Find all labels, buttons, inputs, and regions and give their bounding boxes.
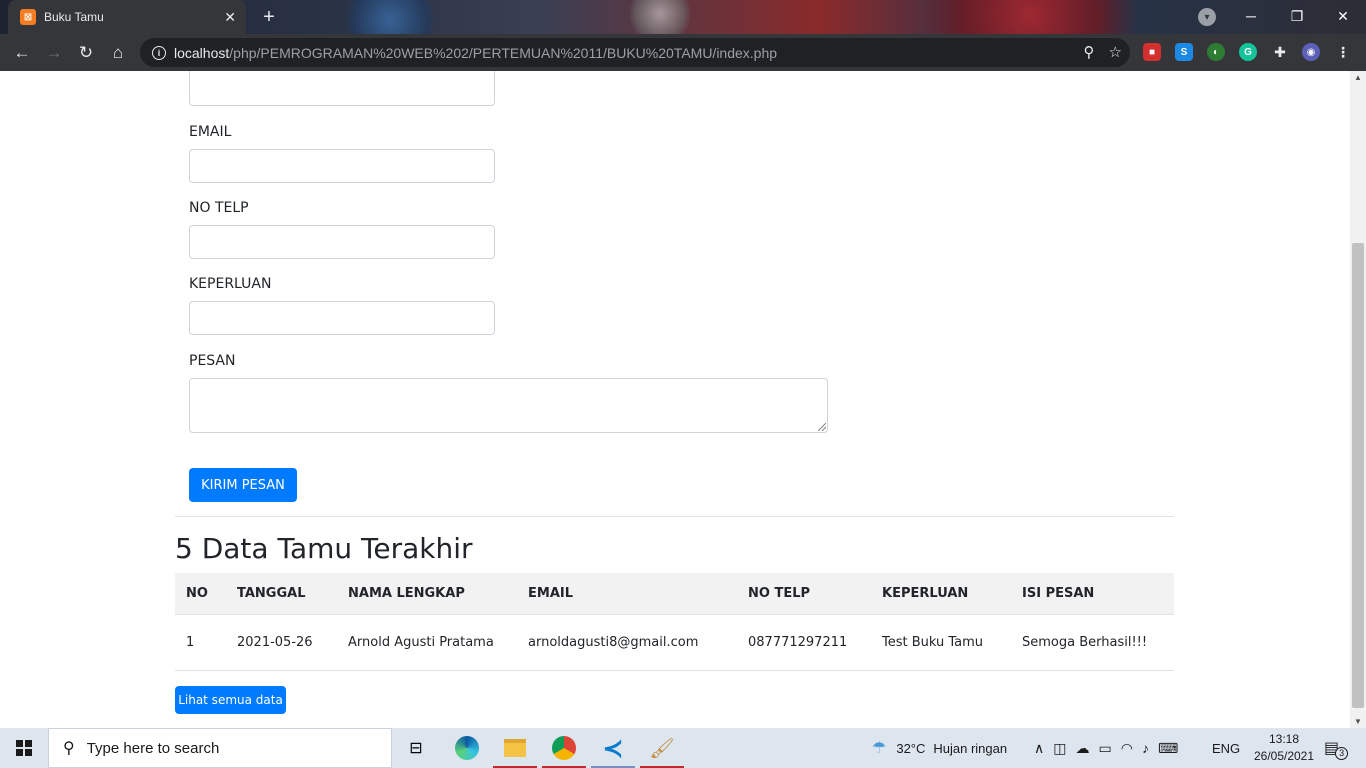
email-field[interactable]	[189, 149, 495, 183]
scroll-up-icon[interactable]: ▲	[1354, 73, 1362, 82]
column-header: KEPERLUAN	[882, 586, 969, 601]
table-header: NO TANGGAL NAMA LENGKAP EMAIL NO TELP KE…	[175, 573, 1174, 615]
wifi-icon[interactable]: ◠	[1121, 740, 1133, 757]
browser-toolbar: ← → ↻ ⌂ i localhost/php/PEMROGRAMAN%20WE…	[0, 34, 1366, 71]
chrome-icon[interactable]	[540, 728, 588, 768]
back-arrow-icon[interactable]: ←	[6, 37, 38, 69]
reload-icon[interactable]: ↻	[70, 37, 102, 69]
table-cell: Test Buku Tamu	[882, 635, 984, 650]
table-row: 1 2021-05-26 Arnold Agusti Pratama arnol…	[175, 615, 1174, 671]
chevron-up-icon[interactable]: ∧	[1034, 740, 1044, 757]
page-scrollbar[interactable]: ▲ ▼	[1350, 71, 1366, 728]
url-host: localhost	[174, 44, 230, 61]
xampp-favicon-icon: ⊠	[20, 9, 36, 25]
column-header: ISI PESAN	[1022, 586, 1095, 601]
name-field[interactable]	[189, 71, 495, 106]
browser-tab-strip: ⊠ Buku Tamu ✕ + ▾ ─ ❐ ✕	[0, 0, 1366, 50]
resize-grip-icon[interactable]	[818, 423, 826, 431]
column-header: NO TELP	[748, 586, 811, 601]
meet-now-icon[interactable]: ◫	[1053, 740, 1066, 757]
clock-time: 13:18	[1268, 732, 1300, 746]
weather-widget[interactable]: ☂ 32°C Hujan ringan	[872, 728, 1007, 768]
column-header: EMAIL	[528, 586, 573, 601]
purpose-label: KEPERLUAN	[189, 276, 272, 292]
view-all-button[interactable]: Lihat semua data	[175, 686, 286, 714]
new-tab-button[interactable]: +	[256, 5, 282, 29]
scroll-down-icon[interactable]: ▼	[1354, 717, 1362, 726]
task-view-icon[interactable]: ⊟	[392, 728, 440, 768]
table-cell: Semoga Berhasil!!!	[1022, 635, 1148, 650]
url-path: /php/PEMROGRAMAN%20WEB%202/PERTEMUAN%201…	[229, 44, 778, 61]
notification-badge: 3	[1335, 746, 1349, 760]
windows-logo-icon	[16, 740, 32, 756]
purpose-field[interactable]	[189, 301, 495, 335]
message-textarea[interactable]	[189, 378, 828, 433]
scroll-thumb[interactable]	[1352, 243, 1364, 708]
clock-date: 26/05/2021	[1253, 749, 1315, 763]
volume-icon[interactable]: ♪	[1142, 740, 1149, 756]
weather-rain-icon: ☂	[872, 740, 887, 757]
tab-search-icon[interactable]: ▾	[1198, 8, 1216, 26]
table-cell: 1	[186, 635, 195, 650]
home-icon[interactable]: ⌂	[102, 37, 134, 69]
theme-decoration	[620, 0, 700, 34]
site-info-icon[interactable]: i	[152, 45, 166, 60]
paint-icon[interactable]: 🖌	[638, 728, 686, 768]
battery-icon[interactable]: ▭	[1098, 740, 1111, 757]
zoom-icon[interactable]: ⚲	[1084, 43, 1095, 61]
grammarly-icon[interactable]: G	[1239, 43, 1257, 61]
search-icon: ⚲	[63, 740, 75, 757]
guest-table: NO TANGGAL NAMA LENGKAP EMAIL NO TELP KE…	[175, 573, 1174, 671]
bookmark-star-icon[interactable]: ☆	[1109, 43, 1122, 61]
recent-heading: 5 Data Tamu Terakhir	[175, 532, 473, 565]
column-header: NAMA LENGKAP	[348, 586, 465, 601]
extension-eye-icon[interactable]: ◐	[1207, 43, 1225, 61]
extensions-puzzle-icon[interactable]: ✚	[1271, 43, 1289, 61]
extension-s-icon[interactable]: S	[1175, 43, 1193, 61]
clock[interactable]: 13:18 26/05/2021	[1253, 728, 1315, 768]
address-bar[interactable]: i localhost/php/PEMROGRAMAN%20WEB%202/PE…	[140, 38, 1130, 67]
theme-decoration	[330, 0, 450, 34]
minimize-button[interactable]: ─	[1228, 0, 1274, 32]
page-viewport: EMAIL NO TELP KEPERLUAN PESAN KIRIM PESA…	[0, 71, 1350, 728]
start-button[interactable]	[0, 728, 48, 768]
submit-button[interactable]: KIRIM PESAN	[189, 468, 297, 502]
edge-icon[interactable]	[443, 728, 491, 768]
phone-field[interactable]	[189, 225, 495, 259]
table-cell: Arnold Agusti Pratama	[348, 635, 494, 650]
column-header: NO	[186, 586, 208, 601]
divider	[175, 516, 1174, 517]
email-label: EMAIL	[189, 124, 232, 140]
onedrive-cloud-icon[interactable]: ☁	[1075, 740, 1089, 757]
table-cell: 2021-05-26	[237, 635, 313, 650]
phone-label: NO TELP	[189, 200, 249, 216]
keyboard-icon[interactable]: ⌨	[1158, 740, 1178, 757]
forward-arrow-icon[interactable]: →	[38, 37, 70, 69]
vscode-icon[interactable]: ≺	[589, 728, 637, 768]
profile-avatar[interactable]: ◉	[1302, 43, 1320, 61]
notification-center[interactable]: ▤ 3	[1324, 728, 1349, 768]
tab-title: Buku Tamu	[44, 10, 104, 24]
weather-temperature: 32°C	[896, 740, 926, 756]
language-indicator[interactable]: ENG	[1212, 728, 1240, 768]
tab-close-icon[interactable]: ✕	[224, 9, 236, 26]
table-cell: arnoldagusti8@gmail.com	[528, 635, 699, 650]
taskbar-search-box[interactable]: ⚲ Type here to search	[48, 728, 392, 768]
extension-shield-icon[interactable]: ■	[1143, 43, 1161, 61]
column-header: TANGGAL	[237, 586, 306, 601]
system-tray: ∧ ◫ ☁ ▭ ◠ ♪ ⌨	[1034, 728, 1178, 768]
close-window-button[interactable]: ✕	[1320, 0, 1366, 32]
search-placeholder: Type here to search	[86, 739, 220, 757]
windows-taskbar: ⚲ Type here to search ⊟ ≺ 🖌 ☂ 32°C Hujan…	[0, 728, 1366, 768]
browser-menu-icon[interactable]: ⋮	[1334, 43, 1352, 61]
weather-description: Hujan ringan	[933, 740, 1008, 756]
restore-button[interactable]: ❐	[1274, 0, 1320, 32]
file-explorer-icon[interactable]	[491, 728, 539, 768]
browser-tab-active[interactable]: ⊠ Buku Tamu ✕	[8, 0, 246, 34]
table-cell: 087771297211	[748, 635, 848, 650]
message-label: PESAN	[189, 353, 236, 369]
